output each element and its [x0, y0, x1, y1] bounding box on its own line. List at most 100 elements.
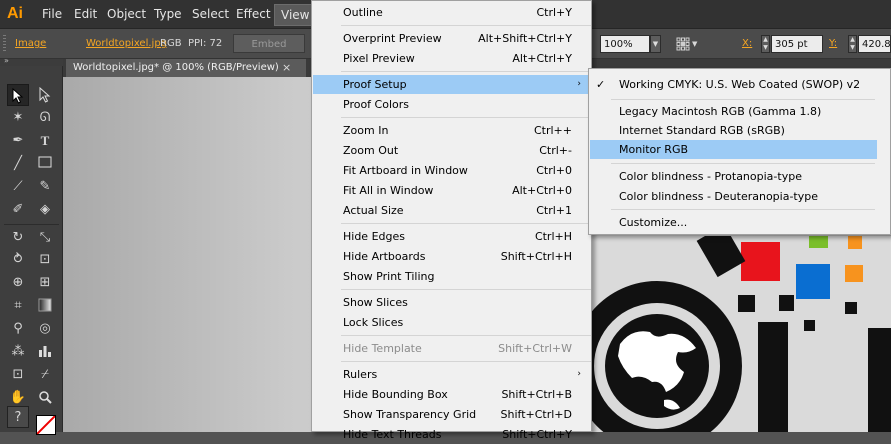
menu-item-rulers[interactable]: Rulers › — [313, 365, 590, 384]
submenu-item-deuteranopia[interactable]: Color blindness - Deuteranopia-type — [590, 187, 877, 206]
submenu-item-monitor-rgb[interactable]: Monitor RGB — [590, 140, 877, 159]
artwork-black-pillar-2 — [868, 328, 891, 432]
paintbrush-tool-icon[interactable]: ⟋ — [7, 176, 29, 198]
menu-object[interactable]: Object — [107, 7, 146, 21]
menu-edit[interactable]: Edit — [74, 7, 97, 21]
rotate-tool-icon[interactable]: ↻ — [7, 227, 29, 249]
submenu-item-label: Legacy Macintosh RGB (Gamma 1.8) — [619, 105, 822, 118]
menu-item-shortcut: Ctrl+H — [534, 230, 572, 243]
artwork-black-square-3 — [845, 302, 857, 314]
submenu-item-legacy-mac-rgb[interactable]: Legacy Macintosh RGB (Gamma 1.8) — [590, 102, 877, 121]
direct-selection-tool-icon[interactable] — [34, 84, 56, 106]
warp-tool-icon[interactable]: ⥁ — [7, 249, 29, 271]
menu-item-shortcut: Shift+Ctrl+B — [501, 388, 572, 401]
x-field[interactable]: 305 pt — [771, 35, 823, 53]
x-stepper[interactable]: ▲ ▼ — [761, 35, 770, 53]
menu-item-label: Actual Size — [343, 204, 404, 217]
menu-item-outline[interactable]: Outline Ctrl+Y — [313, 3, 590, 22]
embed-button[interactable]: Embed — [233, 34, 305, 53]
menu-item-label: Lock Slices — [343, 316, 404, 329]
submenu-item-internet-srgb[interactable]: Internet Standard RGB (sRGB) — [590, 121, 877, 140]
gradient-tool-icon[interactable] — [34, 295, 56, 317]
menu-select[interactable]: Select — [192, 7, 229, 21]
menu-file[interactable]: File — [42, 7, 62, 21]
object-type-link[interactable]: Image — [15, 38, 46, 49]
menu-item-overprint-preview[interactable]: Overprint Preview Alt+Shift+Ctrl+Y — [313, 29, 590, 48]
menu-item-shortcut: Ctrl+1 — [536, 204, 572, 217]
eyedropper-tool-icon[interactable]: ⚲ — [7, 318, 29, 340]
slice-tool-icon[interactable]: ⌿ — [34, 364, 56, 386]
menu-item-shortcut: Shift+Ctrl+D — [500, 408, 572, 421]
menu-item-actual-size[interactable]: Actual Size Ctrl+1 — [313, 201, 590, 220]
blob-brush-tool-icon[interactable]: ✐ — [7, 199, 29, 221]
menu-item-label: Zoom Out — [343, 144, 399, 157]
control-bar-grip[interactable] — [3, 35, 6, 53]
y-field[interactable]: 420.89 — [858, 35, 891, 53]
lasso-tool-icon[interactable]: ᘏ — [34, 107, 56, 129]
shape-builder-tool-icon[interactable]: ⊕ — [7, 272, 29, 294]
submenu-item-label: Color blindness - Deuteranopia-type — [619, 190, 819, 203]
artwork-image[interactable] — [592, 236, 891, 432]
document-tab[interactable]: Worldtopixel.jpg* @ 100% (RGB/Preview) — [66, 59, 306, 77]
zoom-dropdown-arrow[interactable]: ▼ — [650, 35, 661, 53]
selection-tool-icon[interactable] — [7, 84, 29, 106]
blend-tool-icon[interactable]: ◎ — [34, 318, 56, 340]
filename-link[interactable]: Worldtopixel.jpg — [86, 38, 167, 49]
mesh-tool-icon[interactable]: ⌗ — [7, 295, 29, 317]
submenu-item-label: Working CMYK: U.S. Web Coated (SWOP) v2 — [619, 78, 861, 91]
rectangle-tool-icon[interactable] — [34, 153, 56, 175]
eraser-tool-icon[interactable]: ◈ — [34, 199, 56, 221]
submenu-item-customize[interactable]: Customize... — [590, 213, 877, 232]
submenu-item-working-cmyk[interactable]: ✓ Working CMYK: U.S. Web Coated (SWOP) v… — [590, 75, 877, 94]
collapse-icon[interactable]: » — [4, 56, 9, 65]
scale-tool-icon[interactable]: ⤡ — [34, 227, 56, 249]
type-tool-icon[interactable]: T — [34, 130, 56, 152]
zoom-field[interactable]: 100% — [600, 35, 650, 53]
reference-point-icon[interactable] — [676, 37, 690, 51]
menu-item-hide-bounding-box[interactable]: Hide Bounding Box Shift+Ctrl+B — [313, 385, 590, 404]
fill-stroke-swatch-icon[interactable] — [36, 415, 56, 435]
pencil-tool-icon[interactable]: ✎ — [34, 176, 56, 198]
menu-item-lock-slices[interactable]: Lock Slices — [313, 313, 590, 332]
menu-item-shortcut: Shift+Ctrl+Y — [502, 428, 572, 441]
menu-separator — [341, 223, 591, 224]
menu-item-show-print-tiling[interactable]: Show Print Tiling — [313, 267, 590, 286]
menu-item-zoom-out[interactable]: Zoom Out Ctrl+- — [313, 141, 590, 160]
menu-separator — [611, 163, 875, 164]
menu-item-fit-all[interactable]: Fit All in Window Alt+Ctrl+0 — [313, 181, 590, 200]
menu-item-fit-artboard[interactable]: Fit Artboard in Window Ctrl+0 — [313, 161, 590, 180]
free-transform-tool-icon[interactable]: ⊡ — [34, 249, 56, 271]
menu-item-proof-setup[interactable]: Proof Setup › — [313, 75, 590, 94]
line-tool-icon[interactable]: ╱ — [7, 153, 29, 175]
menu-item-zoom-in[interactable]: Zoom In Ctrl++ — [313, 121, 590, 140]
ppi-text: PPI: 72 — [188, 38, 223, 49]
tools-panel-header[interactable]: » — [0, 56, 63, 66]
menu-item-proof-colors[interactable]: Proof Colors — [313, 95, 590, 114]
column-graph-tool-icon[interactable] — [34, 341, 56, 363]
menu-item-label: Fit All in Window — [343, 184, 434, 197]
magic-wand-tool-icon[interactable]: ✶ — [7, 107, 29, 129]
menu-item-hide-artboards[interactable]: Hide Artboards Shift+Ctrl+H — [313, 247, 590, 266]
menu-item-pixel-preview[interactable]: Pixel Preview Alt+Ctrl+Y — [313, 49, 590, 68]
close-icon[interactable]: × — [282, 59, 291, 77]
reference-point-dropdown-icon[interactable]: ▼ — [692, 40, 697, 48]
symbol-sprayer-tool-icon[interactable]: ⁂ — [7, 341, 29, 363]
menu-effect[interactable]: Effect — [236, 7, 271, 21]
artwork-black-pillar — [758, 322, 788, 432]
menu-type[interactable]: Type — [154, 7, 182, 21]
pen-tool-icon[interactable]: ✒ — [7, 130, 29, 152]
help-icon[interactable]: ? — [7, 406, 29, 428]
menu-item-shortcut: Shift+Ctrl+H — [500, 250, 572, 263]
menu-item-hide-edges[interactable]: Hide Edges Ctrl+H — [313, 227, 590, 246]
submenu-item-protanopia[interactable]: Color blindness - Protanopia-type — [590, 167, 877, 186]
menu-item-hide-text-threads[interactable]: Hide Text Threads Shift+Ctrl+Y — [313, 425, 590, 444]
zoom-tool-icon[interactable] — [34, 387, 56, 409]
menu-item-show-transparency-grid[interactable]: Show Transparency Grid Shift+Ctrl+D — [313, 405, 590, 424]
menu-item-show-slices[interactable]: Show Slices — [313, 293, 590, 312]
submenu-item-label: Color blindness - Protanopia-type — [619, 170, 802, 183]
artboard-tool-icon[interactable]: ⊡ — [7, 364, 29, 386]
y-stepper[interactable]: ▲ ▼ — [848, 35, 857, 53]
artwork-black-square — [738, 295, 755, 312]
menu-separator — [341, 289, 591, 290]
perspective-grid-tool-icon[interactable]: ⊞ — [34, 272, 56, 294]
